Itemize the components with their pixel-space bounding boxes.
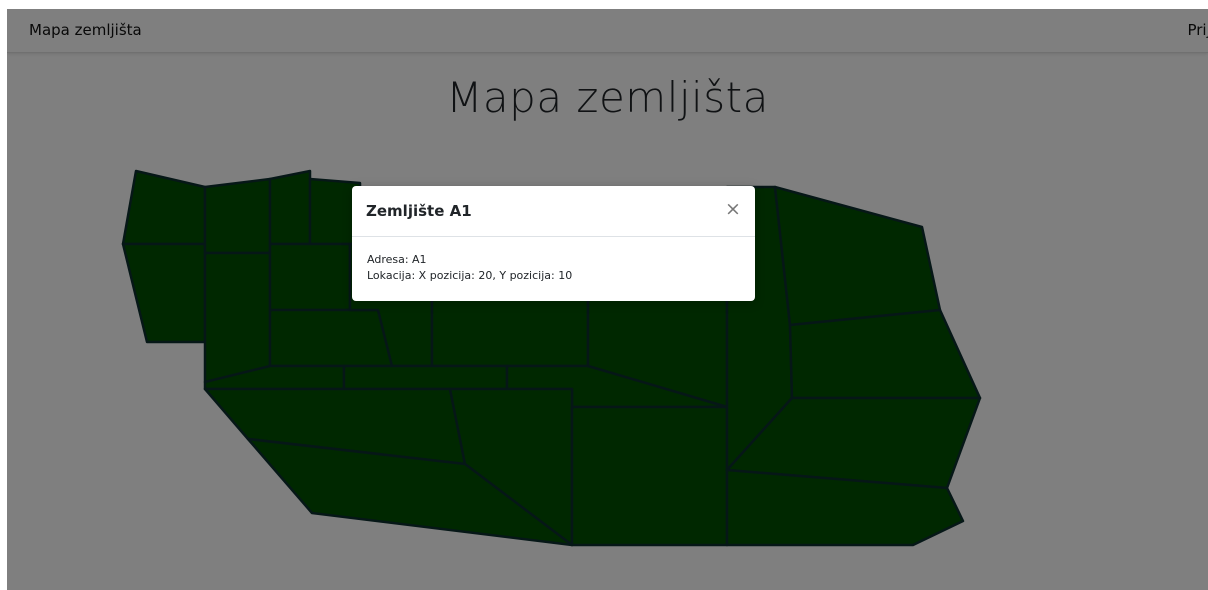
parcel-address: Adresa: A1	[367, 253, 427, 266]
app-viewport: Mapa zemljišta Prijava Mapa zemljišta	[7, 9, 1208, 590]
parcel-info-modal: Zemljište A1 × Adresa: A1 Lokacija: X po…	[352, 186, 755, 301]
modal-header: Zemljište A1 ×	[352, 186, 755, 237]
modal-body: Adresa: A1 Lokacija: X pozicija: 20, Y p…	[367, 252, 572, 284]
close-icon[interactable]: ×	[721, 197, 745, 221]
parcel-location: Lokacija: X pozicija: 20, Y pozicija: 10	[367, 269, 573, 282]
modal-title: Zemljište A1	[366, 202, 472, 220]
